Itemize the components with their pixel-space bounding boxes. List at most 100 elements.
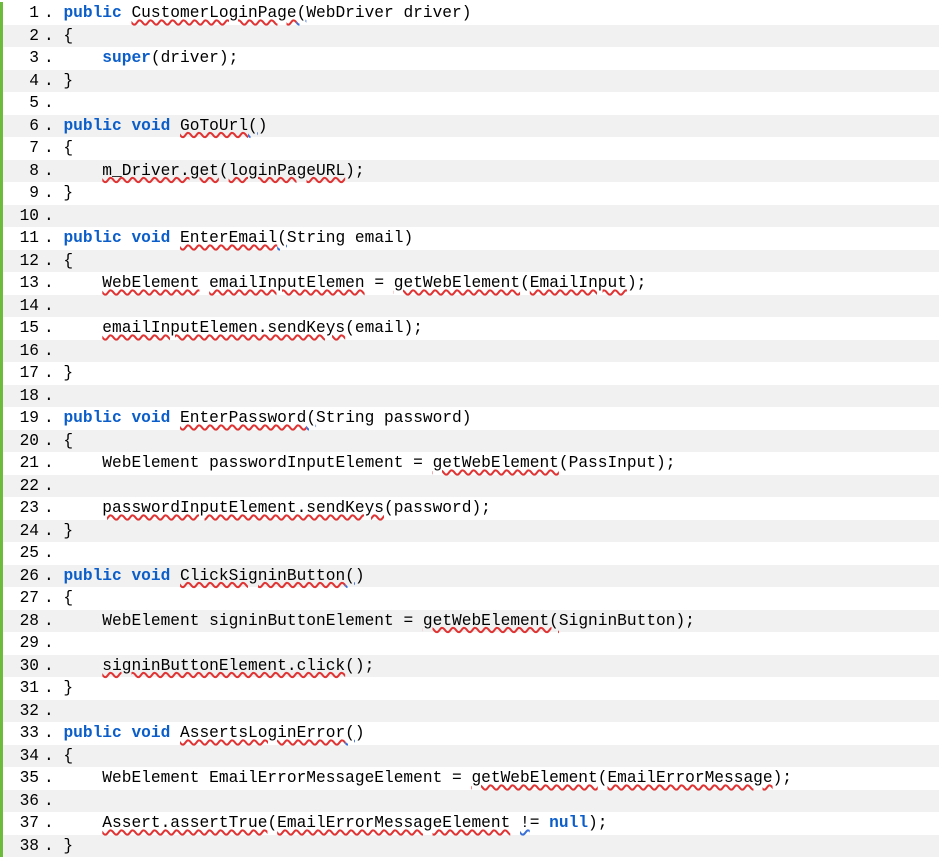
code-line: 15. emailInputElemen.sendKeys(email);	[3, 317, 939, 340]
code-token: getWebElement	[394, 274, 520, 292]
code-token: emailInputElemen	[209, 274, 364, 292]
line-dot: .	[44, 587, 54, 610]
code-content: WebElement emailInputElemen = getWebElem…	[54, 272, 939, 295]
code-token: public	[63, 4, 121, 22]
code-content: signinButtonElement.click();	[54, 655, 939, 678]
line-number: 9	[3, 182, 43, 205]
code-token	[54, 4, 64, 22]
code-line: 9. }	[3, 182, 939, 205]
code-content: }	[54, 835, 939, 858]
code-token: (	[267, 814, 277, 832]
code-line: 23. passwordInputElement.sendKeys(passwo…	[3, 497, 939, 520]
line-dot: .	[44, 272, 54, 295]
code-token: {	[54, 27, 73, 45]
code-token	[122, 4, 132, 22]
code-token: )	[355, 724, 365, 742]
code-token	[54, 657, 103, 675]
line-number: 27	[3, 587, 43, 610]
code-token: (	[219, 162, 229, 180]
line-dot: .	[44, 70, 54, 93]
code-line: 33. public void AssertsLoginError()	[3, 722, 939, 745]
line-number: 29	[3, 632, 43, 655]
code-token	[54, 49, 103, 67]
code-token: EmailErrorMessage	[607, 769, 772, 787]
code-token: (	[248, 117, 258, 135]
line-number: 32	[3, 700, 43, 723]
code-token: (driver);	[151, 49, 238, 67]
code-token: );	[627, 274, 646, 292]
code-token	[122, 409, 132, 427]
code-token: public	[63, 229, 121, 247]
line-dot: .	[44, 182, 54, 205]
code-content	[54, 205, 939, 228]
code-token	[54, 117, 64, 135]
line-number: 38	[3, 835, 43, 858]
code-token	[54, 499, 103, 517]
line-dot: .	[44, 362, 54, 385]
line-dot: .	[44, 385, 54, 408]
code-token: ClickSigninButton	[180, 567, 345, 585]
code-line: 18.	[3, 385, 939, 408]
code-content: {	[54, 137, 939, 160]
line-number: 20	[3, 430, 43, 453]
line-number: 13	[3, 272, 43, 295]
code-line: 12. {	[3, 250, 939, 273]
code-token: String email)	[287, 229, 413, 247]
code-line: 4. }	[3, 70, 939, 93]
line-number: 19	[3, 407, 43, 430]
line-dot: .	[44, 520, 54, 543]
code-line: 1. public CustomerLoginPage(WebDriver dr…	[3, 2, 939, 25]
code-line: 2. {	[3, 25, 939, 48]
code-token	[54, 454, 103, 472]
code-content: public void AssertsLoginError()	[54, 722, 939, 745]
code-token	[170, 229, 180, 247]
line-dot: .	[44, 475, 54, 498]
code-content: {	[54, 745, 939, 768]
code-token: public	[63, 409, 121, 427]
code-line: 10.	[3, 205, 939, 228]
code-token: )	[258, 117, 268, 135]
line-number: 5	[3, 92, 43, 115]
code-content: }	[54, 520, 939, 543]
code-line: 34. {	[3, 745, 939, 768]
code-token: EnterPassword	[180, 409, 306, 427]
code-token: )	[355, 567, 365, 585]
code-token: getWebElement(	[423, 612, 559, 630]
line-dot: .	[44, 2, 54, 25]
code-token: {	[54, 432, 73, 450]
code-token	[122, 567, 132, 585]
line-dot: .	[44, 430, 54, 453]
code-token: ();	[345, 657, 374, 675]
code-token: (	[306, 409, 316, 427]
code-token: String password)	[316, 409, 471, 427]
line-number: 18	[3, 385, 43, 408]
code-content: WebElement signinButtonElement = getWebE…	[54, 610, 939, 633]
code-line: 5.	[3, 92, 939, 115]
line-number: 15	[3, 317, 43, 340]
code-token: passwordInputElement =	[199, 454, 432, 472]
line-dot: .	[44, 655, 54, 678]
line-number: 12	[3, 250, 43, 273]
line-number: 33	[3, 722, 43, 745]
line-dot: .	[44, 767, 54, 790]
code-token	[170, 409, 180, 427]
code-token	[122, 117, 132, 135]
code-token: getWebElement	[433, 454, 559, 472]
code-token: }	[54, 679, 73, 697]
code-token	[54, 229, 64, 247]
code-content	[54, 295, 939, 318]
code-line: 27. {	[3, 587, 939, 610]
code-token: void	[131, 229, 170, 247]
line-number: 35	[3, 767, 43, 790]
code-line: 13. WebElement emailInputElemen = getWeb…	[3, 272, 939, 295]
code-content: }	[54, 362, 939, 385]
code-line: 16.	[3, 340, 939, 363]
code-token: WebElement	[102, 274, 199, 292]
line-dot: .	[44, 340, 54, 363]
code-token	[54, 319, 103, 337]
code-token: (email);	[345, 319, 423, 337]
code-content: public CustomerLoginPage(WebDriver drive…	[54, 2, 939, 25]
code-token: }	[54, 522, 73, 540]
code-token: (	[277, 229, 287, 247]
code-token: void	[131, 409, 170, 427]
